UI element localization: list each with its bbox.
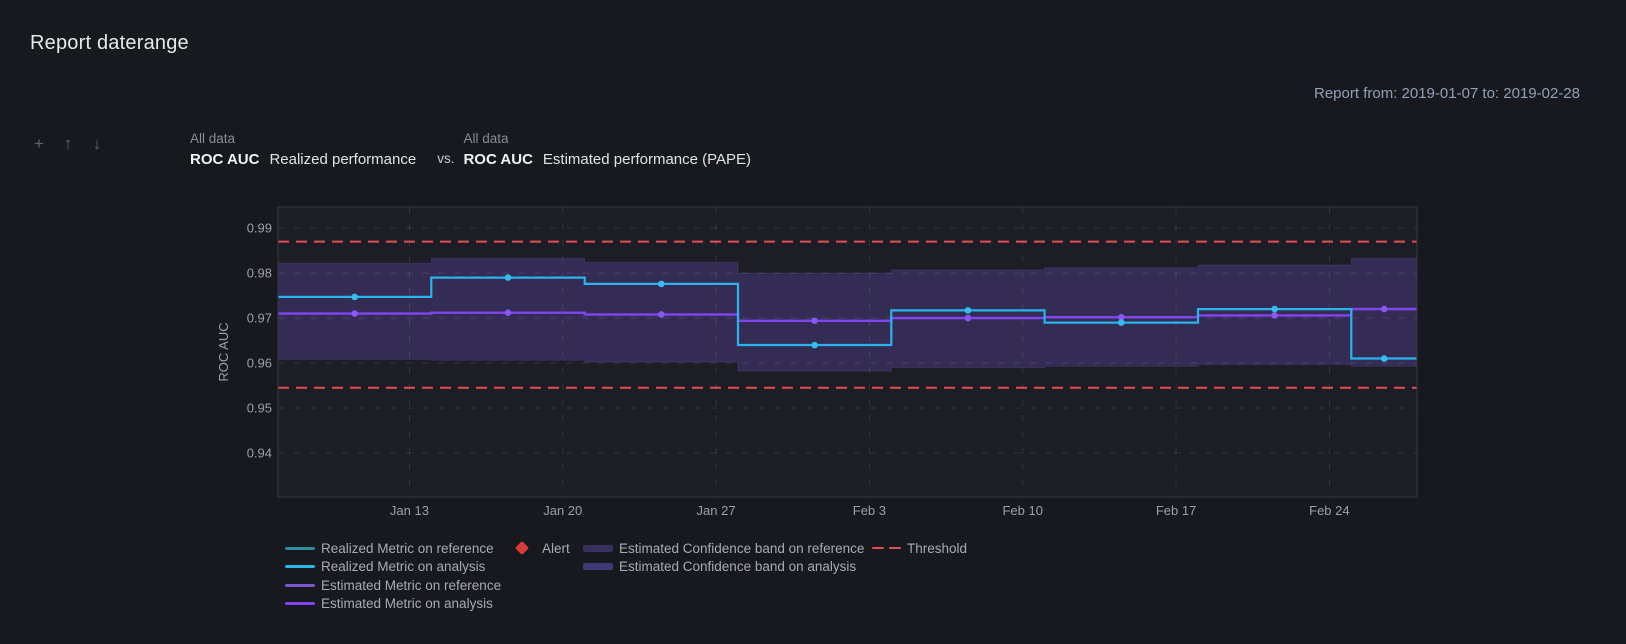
y-tick-label: 0.95 bbox=[247, 400, 272, 415]
legend-label: Alert bbox=[542, 541, 570, 556]
estimated-metric-line-point bbox=[351, 310, 358, 317]
performance-chart[interactable]: 0.94 0.95 0.96 0.97 0.98 0.99 Jan 13 Jan 20 Jan … bbox=[200, 195, 1440, 535]
legend-item-realized-reference[interactable]: Realized Metric on reference bbox=[285, 540, 494, 557]
legend-label: Estimated Metric on reference bbox=[321, 578, 501, 593]
band-swatch bbox=[583, 545, 613, 552]
realized-metric-line-point bbox=[658, 281, 665, 288]
move-up-icon[interactable]: ↑ bbox=[59, 134, 77, 154]
y-axis-title: ROC AUC bbox=[216, 322, 231, 381]
realized-metric-line-point bbox=[351, 294, 358, 301]
estimated-metric-line-point bbox=[658, 311, 665, 318]
y-tick-label: 0.94 bbox=[247, 445, 272, 460]
add-icon[interactable]: + bbox=[30, 134, 48, 154]
legend-item-band-analysis[interactable]: Estimated Confidence band on analysis bbox=[583, 558, 856, 575]
chart-title-right: All data ROC AUC Estimated performance (P… bbox=[463, 129, 751, 171]
dataset-label: All data bbox=[190, 129, 416, 149]
metric-line: ROC AUC Realized performance bbox=[190, 149, 416, 171]
line-swatch bbox=[285, 565, 315, 568]
y-tick-label: 0.97 bbox=[247, 311, 272, 326]
chart-toolbar: + ↑ ↓ bbox=[30, 134, 106, 154]
metric-name: ROC AUC bbox=[190, 151, 259, 168]
y-tick-label: 0.99 bbox=[247, 221, 272, 236]
band-swatch bbox=[583, 563, 613, 570]
vs-label: vs. bbox=[437, 150, 454, 168]
legend-label: Estimated Metric on analysis bbox=[321, 596, 493, 611]
legend-item-estimated-reference[interactable]: Estimated Metric on reference bbox=[285, 577, 501, 594]
realized-metric-line-point bbox=[1118, 319, 1125, 326]
move-down-icon[interactable]: ↓ bbox=[88, 134, 106, 154]
x-tick-label: Feb 10 bbox=[1002, 503, 1042, 518]
x-tick-label: Feb 17 bbox=[1156, 503, 1196, 518]
legend-item-alert[interactable]: Alert bbox=[515, 540, 570, 557]
legend-label: Realized Metric on reference bbox=[321, 541, 494, 556]
chart-title-left: All data ROC AUC Realized performance bbox=[190, 129, 416, 171]
x-tick-label: Feb 24 bbox=[1309, 503, 1349, 518]
legend-item-band-reference[interactable]: Estimated Confidence band on reference bbox=[583, 540, 864, 557]
x-tick-label: Feb 3 bbox=[853, 503, 886, 518]
realized-metric-line-point bbox=[505, 274, 512, 281]
realized-metric-line-point bbox=[1381, 355, 1388, 362]
estimated-metric-line-point bbox=[811, 317, 818, 324]
realized-metric-line-point bbox=[811, 342, 818, 349]
realized-metric-line-point bbox=[965, 307, 972, 314]
estimated-metric-line-point bbox=[1381, 306, 1388, 313]
y-tick-label: 0.98 bbox=[247, 266, 272, 281]
threshold-dash-icon bbox=[872, 547, 901, 550]
legend-item-threshold[interactable]: Threshold bbox=[872, 540, 967, 557]
legend-item-estimated-analysis[interactable]: Estimated Metric on analysis bbox=[285, 595, 493, 612]
x-tick-label: Jan 13 bbox=[390, 503, 429, 518]
x-tick-label: Jan 27 bbox=[697, 503, 736, 518]
x-tick-label: Jan 20 bbox=[543, 503, 582, 518]
dataset-label: All data bbox=[463, 129, 751, 149]
line-swatch bbox=[285, 547, 315, 550]
report-page: Report daterange Report from: 2019-01-07… bbox=[0, 0, 1626, 644]
alert-diamond-icon bbox=[515, 541, 529, 555]
y-tick-label: 0.96 bbox=[247, 356, 272, 371]
estimated-metric-line-point bbox=[965, 315, 972, 322]
report-daterange-label: Report from: 2019-01-07 to: 2019-02-28 bbox=[1314, 85, 1580, 102]
metric-line: ROC AUC Estimated performance (PAPE) bbox=[463, 149, 751, 171]
realized-metric-line-point bbox=[1271, 306, 1278, 313]
legend-label: Realized Metric on analysis bbox=[321, 559, 485, 574]
estimated-metric-line-point bbox=[1271, 312, 1278, 319]
metric-kind: Realized performance bbox=[269, 151, 416, 168]
legend-label: Estimated Confidence band on reference bbox=[619, 541, 864, 556]
metric-name: ROC AUC bbox=[463, 151, 532, 168]
legend-label: Threshold bbox=[907, 541, 967, 556]
legend-label: Estimated Confidence band on analysis bbox=[619, 559, 856, 574]
metric-kind: Estimated performance (PAPE) bbox=[543, 151, 751, 168]
page-title: Report daterange bbox=[30, 32, 189, 55]
chart-title: All data ROC AUC Realized performance vs.… bbox=[190, 129, 751, 171]
line-swatch bbox=[285, 602, 315, 605]
legend-item-realized-analysis[interactable]: Realized Metric on analysis bbox=[285, 558, 485, 575]
estimated-metric-line-point bbox=[505, 309, 512, 316]
line-swatch bbox=[285, 584, 315, 587]
